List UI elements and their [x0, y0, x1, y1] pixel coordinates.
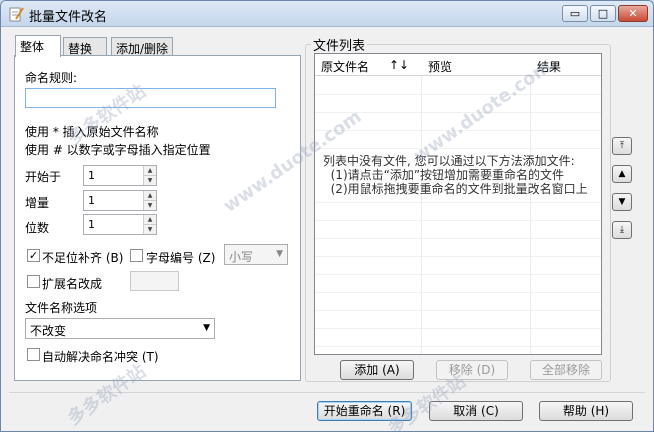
case-select[interactable]: 小写 ▼ [224, 244, 288, 265]
file-list[interactable]: 原文件名 ↑↓ 预览 结果 列表中没有文件, 您可以通过以下方法添加文件: (1… [314, 53, 602, 355]
minimize-icon: ▭ [569, 7, 581, 20]
name-option-label: 文件名称选项 [25, 301, 98, 315]
step-stepper[interactable]: 1 ▲ ▼ [83, 190, 157, 211]
pad-label: 不足位补齐 (B) [42, 251, 124, 265]
chevron-down-icon: ▼ [276, 249, 283, 259]
digits-value: 1 [88, 218, 95, 231]
digits-down-arrow-icon[interactable]: ▼ [143, 224, 156, 234]
grid-line [315, 274, 601, 275]
chevron-down-icon: ▼ [203, 323, 210, 333]
grid-line [315, 94, 601, 95]
case-value: 小写 [229, 250, 254, 264]
alpha-label: 字母编号 (Z) [146, 251, 216, 265]
title-bar: 批量文件改名 ▭ □ ✕ [1, 1, 653, 27]
rule-label: 命名规则: [25, 71, 78, 85]
conflict-checkbox[interactable] [27, 348, 40, 361]
maximize-icon: □ [597, 7, 609, 20]
start-stepper[interactable]: 1 ▲ ▼ [83, 165, 157, 186]
tab-add-remove[interactable]: 添加/删除 [111, 37, 173, 57]
grid-line [315, 220, 601, 221]
remove-all-button[interactable]: 全部移除 [530, 360, 602, 380]
move-bottom-button[interactable]: ⤓ [612, 221, 632, 239]
grid-line [315, 256, 601, 257]
check-icon: ✓ [28, 249, 39, 262]
name-option-value: 不改变 [30, 324, 67, 338]
move-bottom-icon: ⤓ [620, 225, 624, 235]
move-top-icon: ⤒ [620, 141, 624, 151]
start-label: 开始于 [25, 170, 62, 184]
sort-icon[interactable]: ↑↓ [389, 58, 409, 72]
help-button[interactable]: 帮助 (H) [539, 401, 633, 421]
start-value: 1 [88, 169, 95, 182]
move-up-button[interactable]: ▲ [612, 165, 632, 183]
tab-general[interactable]: 整体 [15, 35, 61, 57]
grid-line [315, 346, 601, 347]
grid-line [315, 292, 601, 293]
move-up-icon: ▲ [618, 169, 626, 179]
digits-stepper[interactable]: 1 ▲ ▼ [83, 214, 157, 235]
digits-label: 位数 [25, 221, 50, 235]
rename-window: 批量文件改名 ▭ □ ✕ 整体 替换 添加/删除 命名规则: 使用 * 插入原始… [0, 0, 654, 432]
start-down-arrow-icon[interactable]: ▼ [143, 175, 156, 185]
grid-line [315, 202, 601, 203]
grid-line [315, 148, 601, 149]
grid-line [315, 238, 601, 239]
pad-checkbox[interactable]: ✓ [27, 249, 40, 262]
close-button[interactable]: ✕ [618, 5, 648, 22]
step-down-arrow-icon[interactable]: ▼ [143, 200, 156, 210]
window-title: 批量文件改名 [29, 10, 108, 25]
ext-label: 扩展名改成 [42, 277, 103, 291]
move-top-button[interactable]: ⤒ [612, 137, 632, 155]
filelist-title: 文件列表 [311, 35, 368, 54]
document-pen-icon [9, 7, 24, 22]
name-option-select[interactable]: 不改变 ▼ [25, 318, 215, 339]
move-down-icon: ▼ [618, 197, 626, 207]
grid-line [315, 328, 601, 329]
hint-hash: 使用 # 以数字或字母插入指定位置 [25, 143, 211, 157]
minimize-button[interactable]: ▭ [562, 5, 588, 22]
column-original-name[interactable]: 原文件名 [321, 58, 369, 75]
conflict-label: 自动解决命名冲突 (T) [42, 350, 159, 364]
rule-input[interactable] [25, 88, 276, 108]
add-button[interactable]: 添加 (A) [340, 360, 414, 380]
step-value: 1 [88, 194, 95, 207]
move-down-button[interactable]: ▼ [612, 193, 632, 211]
column-preview[interactable]: 预览 [428, 58, 452, 75]
step-label: 增量 [25, 196, 50, 210]
alpha-checkbox[interactable] [130, 249, 143, 262]
grid-line [315, 310, 601, 311]
maximize-button[interactable]: □ [590, 5, 616, 22]
file-list-header: 原文件名 ↑↓ 预览 结果 [315, 54, 601, 76]
ext-input[interactable] [130, 271, 179, 291]
tab-replace[interactable]: 替换 [63, 37, 107, 57]
empty-list-message: 列表中没有文件, 您可以通过以下方法添加文件: (1)请点击“添加”按钮增加需要… [323, 154, 588, 196]
close-icon: ✕ [628, 7, 638, 20]
ext-checkbox[interactable] [27, 275, 40, 288]
